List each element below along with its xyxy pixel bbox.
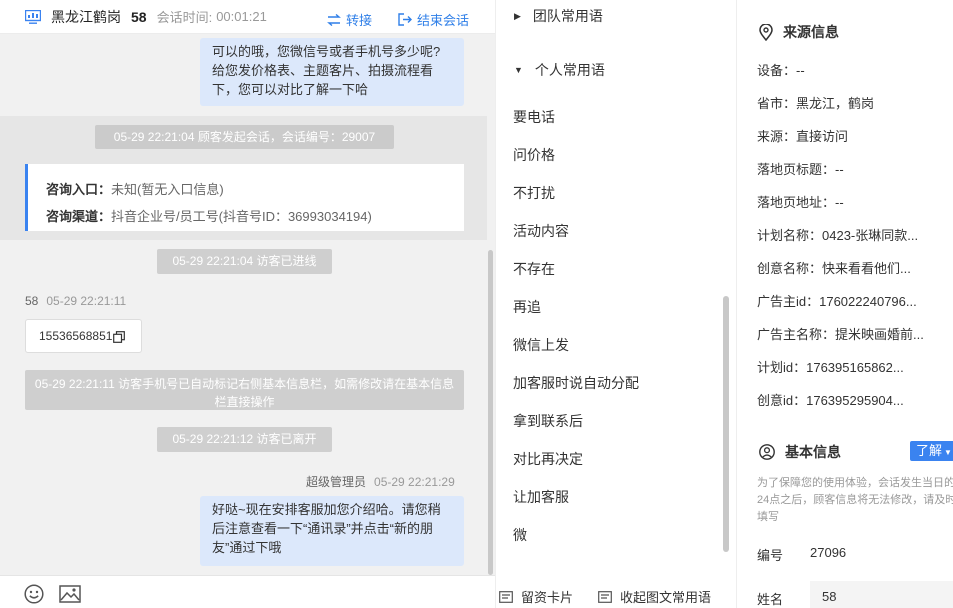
team-phrases-label: 团队常用语 bbox=[532, 8, 603, 24]
info-row: 广告主id：176022240796... bbox=[757, 294, 917, 309]
system-message: 05-29 22:21:04 访客已进线 bbox=[157, 249, 332, 274]
visitor-id: 58 bbox=[131, 8, 147, 25]
phrase-item[interactable]: 再追 bbox=[513, 297, 541, 317]
location-pin-icon bbox=[759, 23, 773, 41]
visitor-name: 58 bbox=[25, 294, 39, 308]
info-row: 创意名称：快来看看他们... bbox=[757, 261, 911, 276]
monitor-icon bbox=[25, 9, 41, 24]
message-line: 可以的哦，您微信号或者手机号多少呢? bbox=[212, 44, 441, 59]
chat-header: 黑龙江鹤岗 58 会话时间: 00:01:21 转接 结束会话 bbox=[0, 0, 495, 34]
info-row: 创意id：176395295904... bbox=[757, 393, 904, 408]
phrase-item[interactable]: 微信上发 bbox=[513, 335, 569, 355]
collapse-phrases-label: 收起图文常用语 bbox=[620, 590, 712, 605]
id-value: 27096 bbox=[810, 545, 847, 560]
copy-icon[interactable] bbox=[113, 330, 126, 343]
phrase-item[interactable]: 拿到联系后 bbox=[513, 411, 583, 431]
channel-row: 咨询渠道：抖音企业号/员工号(抖音号ID：36993034194) bbox=[46, 203, 464, 230]
phrase-item[interactable]: 不打扰 bbox=[513, 183, 555, 203]
message-line: 给您发价格表、主题客片、拍摄流程看 bbox=[212, 63, 434, 78]
id-label: 编号 bbox=[757, 548, 784, 563]
info-row: 落地页标题：-- bbox=[757, 162, 844, 177]
system-message: 05-29 22:21:04 顾客发起会话，会话编号：29007 bbox=[95, 125, 394, 149]
phrase-item[interactable]: 让加客服 bbox=[513, 487, 569, 507]
source-info-title: 来源信息 bbox=[759, 22, 839, 42]
info-row: 计划id：176395165862... bbox=[757, 360, 904, 375]
visitor-message-time: 05-29 22:21:11 bbox=[46, 294, 127, 308]
exit-icon bbox=[398, 13, 412, 26]
basic-info-label: 基本信息 bbox=[785, 444, 841, 460]
info-row: 广告主名称：提米映画婚前... bbox=[757, 327, 924, 342]
user-circle-icon bbox=[759, 444, 775, 460]
transfer-label: 转接 bbox=[346, 13, 373, 28]
id-field: 编号 bbox=[757, 545, 783, 564]
end-session-button[interactable]: 结束会话 bbox=[398, 10, 469, 29]
personal-phrases-label: 个人常用语 bbox=[534, 62, 605, 78]
edit-notice: 为了保障您的使用体验，会话发生当日的24点之后，顾客信息将无法修改，请及时填写 bbox=[757, 477, 953, 523]
info-row: 计划名称：0423-张琳同款... bbox=[757, 228, 919, 243]
info-row: 来源：直接访问 bbox=[757, 129, 849, 144]
basic-info-title: 基本信息 bbox=[759, 442, 841, 462]
info-row: 落地页地址：-- bbox=[757, 195, 844, 210]
info-row: 设备：-- bbox=[757, 63, 805, 78]
message-line: 后注意查看一下“通讯录”并点击“新的朋 bbox=[212, 521, 433, 536]
visitor-info-panel: 来源信息 设备：-- 省市：黑龙江，鹤岗 来源：直接访问 落地页标题：-- 落地… bbox=[736, 0, 953, 608]
phrase-item[interactable]: 问价格 bbox=[513, 145, 555, 165]
session-time-label: 会话时间: bbox=[156, 10, 213, 25]
collapse-phrases-button[interactable]: 收起图文常用语 bbox=[598, 587, 711, 606]
transfer-button[interactable]: 转接 bbox=[327, 10, 372, 29]
phrase-item[interactable]: 活动内容 bbox=[513, 221, 569, 241]
entry-value: 未知(暂无入口信息) bbox=[111, 182, 224, 197]
team-phrases-group[interactable]: ▶ 团队常用语 bbox=[514, 6, 603, 26]
entry-label: 咨询入口： bbox=[46, 182, 112, 197]
chat-scrollbar[interactable] bbox=[488, 250, 493, 575]
image-icon[interactable] bbox=[59, 585, 81, 603]
system-message: 05-29 22:21:12 访客已离开 bbox=[157, 427, 332, 452]
info-row: 省市：黑龙江，鹤岗 bbox=[757, 96, 875, 111]
message-line: 友”通过下哦 bbox=[212, 540, 282, 555]
system-message: 05-29 22:21:11 访客手机号已自动标记右侧基本信息栏，如需修改请在基… bbox=[25, 370, 464, 410]
name-label: 姓名 bbox=[757, 592, 784, 607]
know-label: 了解 bbox=[916, 443, 943, 458]
visitor-city: 黑龙江鹤岗 bbox=[51, 8, 121, 25]
caret-down-icon: ▼ bbox=[514, 65, 523, 75]
emoji-icon[interactable] bbox=[24, 584, 44, 604]
chat-panel: 黑龙江鹤岗 58 会话时间: 00:01:21 转接 结束会话 可以的哦，您微信… bbox=[0, 0, 495, 608]
visitor-message-meta: 58 05-29 22:21:11 bbox=[25, 294, 126, 308]
phrase-item[interactable]: 不存在 bbox=[513, 259, 555, 279]
chat-toolbar bbox=[0, 575, 495, 608]
source-info-label: 来源信息 bbox=[783, 24, 839, 40]
message-line: 下，您可以对比了解一下哈 bbox=[212, 82, 369, 97]
phrase-item[interactable]: 要电话 bbox=[513, 107, 555, 127]
agent-message-bubble: 好哒~现在安排客服加您介绍哈。请您稍 后注意查看一下“通讯录”并点击“新的朋 友… bbox=[200, 496, 464, 566]
agent-name: 超级管理员 bbox=[306, 475, 367, 489]
channel-value: 抖音企业号/员工号(抖音号ID：36993034194) bbox=[111, 209, 372, 224]
phrases-panel: ▶ 团队常用语 ▼ 个人常用语 要电话 问价格 不打扰 活动内容 不存在 再追 … bbox=[495, 0, 736, 608]
end-session-label: 结束会话 bbox=[417, 13, 470, 28]
caret-right-icon: ▶ bbox=[514, 10, 521, 21]
entry-row: 咨询入口：未知(暂无入口信息) bbox=[46, 176, 464, 203]
transfer-icon bbox=[327, 13, 341, 26]
agent-message-bubble: 可以的哦，您微信号或者手机号多少呢? 给您发价格表、主题客片、拍摄流程看 下，您… bbox=[200, 38, 464, 106]
caret-down-icon: ▼ bbox=[944, 448, 952, 457]
personal-phrases-group[interactable]: ▼ 个人常用语 bbox=[514, 60, 605, 80]
leave-card-button[interactable]: 留资卡片 bbox=[499, 587, 573, 606]
phrase-item[interactable]: 对比再决定 bbox=[513, 449, 583, 469]
agent-message-meta: 超级管理员 05-29 22:21:29 bbox=[306, 473, 455, 490]
know-dropdown-button[interactable]: 了解 ▼ bbox=[910, 441, 953, 461]
session-time: 00:01:21 bbox=[216, 9, 267, 24]
visitor-phone: 15536568851 bbox=[39, 329, 113, 343]
agent-message-time: 05-29 22:21:29 bbox=[374, 475, 455, 489]
phrase-item[interactable]: 微 bbox=[513, 525, 527, 545]
channel-label: 咨询渠道： bbox=[46, 209, 112, 224]
visitor-phone-message[interactable]: 15536568851 bbox=[25, 319, 142, 353]
phrases-scrollbar[interactable] bbox=[723, 296, 729, 552]
card-icon bbox=[499, 590, 513, 603]
consult-info-card: 咨询入口：未知(暂无入口信息) 咨询渠道：抖音企业号/员工号(抖音号ID：369… bbox=[25, 164, 464, 231]
phrase-item[interactable]: 加客服时说自动分配 bbox=[513, 373, 639, 393]
name-input[interactable] bbox=[810, 581, 953, 608]
card-icon bbox=[598, 590, 612, 603]
message-line: 好哒~现在安排客服加您介绍哈。请您稍 bbox=[212, 502, 441, 517]
leave-card-label: 留资卡片 bbox=[521, 590, 574, 605]
